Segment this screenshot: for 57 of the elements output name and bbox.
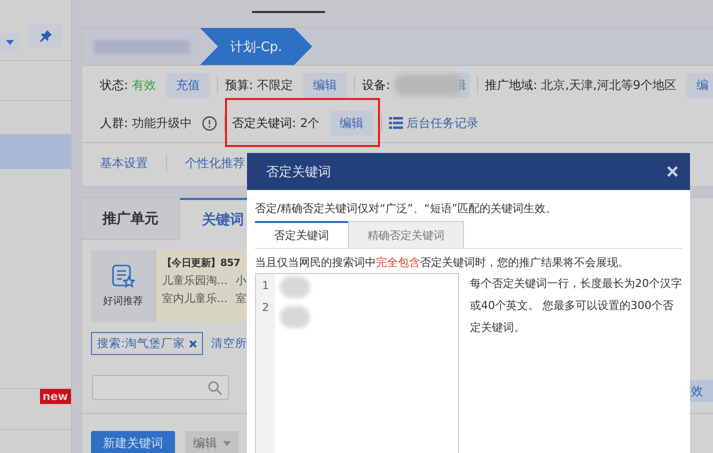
search-field[interactable] <box>92 375 229 400</box>
recommend-headline: 【今日更新】857 <box>162 256 242 270</box>
status-value: 有效 <box>132 76 156 94</box>
info-icon[interactable] <box>202 116 218 130</box>
field-value: 北京,天津,河北等9个地区 <box>541 76 676 94</box>
task-log-link[interactable]: 后台任务记录 <box>388 114 479 132</box>
blurred-keyword <box>280 276 310 298</box>
edit-button[interactable]: 编 <box>686 72 713 98</box>
recommend-card[interactable]: 好词推荐 <box>91 250 156 322</box>
pin-icon <box>40 30 52 42</box>
help-text: 每个否定关键词一行，长度最长为20个汉字或40个英文。 您最多可以设置的300个否定关键词。 <box>470 276 683 336</box>
field-label: 设备: <box>362 76 390 94</box>
field-label: 否定关键词: <box>232 114 296 132</box>
field-value: 不限定 <box>257 76 294 94</box>
field-value: 2个 <box>300 114 320 132</box>
field-label: 状态: <box>100 76 128 94</box>
keyword-suggestion[interactable]: 室内儿童乐... <box>162 291 228 306</box>
caret-icon <box>223 440 231 446</box>
sub-tab[interactable]: 推广单元 <box>82 198 180 240</box>
line-number: 1 <box>262 279 269 293</box>
clear-all-link[interactable]: 清空所 <box>210 336 247 351</box>
keyword-suggestion[interactable]: 儿童乐园淘... <box>162 273 228 288</box>
keyword-suggestion[interactable]: 小 <box>236 273 246 288</box>
caret-icon <box>6 40 14 44</box>
keyword-editor[interactable]: 1 2 <box>255 273 459 453</box>
dialog-tab[interactable]: 精确否定关键词 <box>348 221 464 248</box>
sidebar-row[interactable] <box>0 135 71 169</box>
blurred-keyword <box>280 306 310 328</box>
edit-button[interactable]: 编辑 <box>330 110 374 136</box>
field-label: 预算: <box>225 76 254 94</box>
new-keyword-button[interactable]: 新建关键词 <box>91 431 175 453</box>
plan-breadcrumb[interactable]: 计划-Cp. <box>200 28 312 65</box>
sidebar-row[interactable]: new <box>0 389 71 430</box>
search-icon <box>208 380 222 394</box>
filter-tag[interactable]: 搜索:淘气堡厂家 <box>91 332 203 355</box>
close-button[interactable] <box>667 166 678 177</box>
dialog-title: 否定关键词 <box>266 164 331 180</box>
edit-button[interactable]: 编辑 <box>303 72 348 98</box>
field-label: 人群: <box>100 114 128 132</box>
rule-text: 当且仅当网民的搜索词中完全包含否定关键词时，您的推广结果将不会展现。 <box>255 255 630 270</box>
edit-menu-button[interactable]: 编辑 <box>185 431 239 453</box>
field-label: 推广地域: <box>485 76 538 94</box>
line-number: 2 <box>262 301 269 315</box>
list-icon <box>388 117 403 129</box>
dropdown[interactable] <box>0 33 20 51</box>
close-icon <box>667 166 678 177</box>
new-badge: new <box>40 389 71 404</box>
page-tab[interactable]: 基本设置 <box>100 154 148 172</box>
pin-button[interactable] <box>29 23 62 48</box>
recommend-label: 好词推荐 <box>103 294 143 308</box>
side-button[interactable]: 效 <box>688 380 713 402</box>
close-icon <box>188 340 197 348</box>
keyword-suggestion[interactable]: 室 <box>236 291 246 306</box>
list-star-icon <box>111 264 135 288</box>
page-tab[interactable]: 个性化推荐 <box>185 154 245 172</box>
field-value: 功能升级中 <box>132 114 192 132</box>
edit-button[interactable]: 充值 <box>166 72 210 98</box>
